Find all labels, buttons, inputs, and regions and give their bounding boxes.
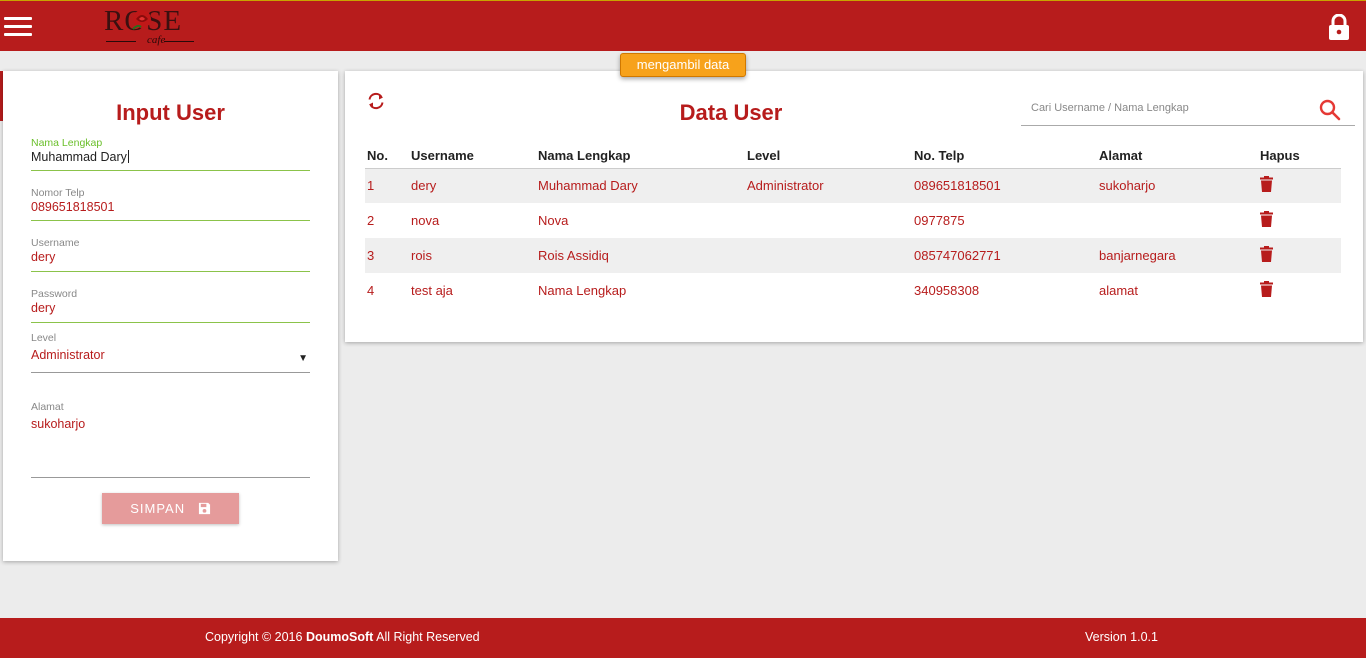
logo-divider-left [106,41,136,42]
level-label: Level [31,332,57,344]
cell-telp: 0977875 [914,213,965,228]
col-no-telp: No. Telp [914,140,1099,169]
copyright-prefix: Copyright © 2016 [205,630,303,644]
search-icon[interactable] [1319,99,1341,121]
alamat-label: Alamat [31,401,64,413]
table-row[interactable]: 3 rois Rois Assidiq 085747062771 banjarn… [365,238,1341,273]
level-selected-value: Administrator [31,348,105,362]
col-alamat: Alamat [1099,140,1260,169]
delete-icon[interactable] [1260,211,1273,230]
top-app-bar: ROSE cafe [0,0,1366,51]
cell-username: rois [411,238,538,273]
cell-telp: 340958308 [914,283,980,298]
cell-nama: Nama Lengkap [538,283,627,298]
users-table: No. Username Nama Lengkap Level No. Telp… [365,140,1341,308]
cell-level: Administrator [747,168,914,203]
username-field[interactable]: Username dery [31,237,310,272]
search-bar [1021,95,1355,126]
cell-telp: 085747062771 [914,238,1099,273]
alamat-value[interactable]: sukoharjo [31,417,310,431]
simpan-label: SIMPAN [130,501,186,516]
cell-nama: Muhammad Dary [538,168,747,203]
cell-username: dery [411,168,538,203]
table-row[interactable]: 1 dery Muhammad Dary Administrator 08965… [365,168,1341,203]
cell-alamat [1099,203,1260,238]
loading-toast: mengambil data [620,53,746,77]
cell-alamat: banjarnegara [1099,238,1260,273]
copyright-text: Copyright © 2016 DoumoSoft All Right Res… [205,630,480,644]
cell-no: 1 [365,168,411,203]
nomor-telp-field[interactable]: Nomor Telp 089651818501 [31,187,310,221]
save-icon [198,502,210,515]
footer: Copyright © 2016 DoumoSoft All Right Res… [0,618,1366,658]
cell-alamat: sukoharjo [1099,168,1260,203]
nama-lengkap-input[interactable]: Muhammad Dary [31,150,310,164]
nama-lengkap-value: Muhammad Dary [31,150,127,164]
cell-level [747,273,914,308]
nomor-telp-label: Nomor Telp [31,187,85,199]
col-username: Username [411,140,538,169]
password-value[interactable]: dery [31,301,310,315]
copyright-suffix: All Right Reserved [376,630,480,644]
lock-icon[interactable] [1328,14,1350,40]
username-value[interactable]: dery [31,250,310,264]
cell-no: 4 [367,283,375,298]
cell-alamat: alamat [1099,283,1139,298]
col-level: Level [747,140,914,169]
cell-hapus [1260,168,1341,203]
cell-hapus [1260,273,1341,308]
version-text: Version 1.0.1 [1085,630,1158,644]
table-row[interactable]: 2 nova Nova 0977875 [365,203,1341,238]
input-user-card: Input User Nama Lengkap Muhammad Dary No… [3,71,338,561]
username-label: Username [31,237,80,249]
input-user-title: Input User [116,100,225,125]
search-input[interactable] [1031,102,1301,114]
cell-hapus [1260,238,1341,273]
nama-lengkap-field[interactable]: Nama Lengkap Muhammad Dary [31,137,310,171]
cell-telp: 089651818501 [914,168,1099,203]
col-no: No. [365,140,411,169]
delete-icon[interactable] [1260,246,1273,265]
logo-divider-right [164,41,194,42]
password-label: Password [31,288,78,300]
password-field[interactable]: Password dery [31,288,310,323]
data-user-title: Data User [679,100,783,125]
data-user-card: Data User No. Username Nama Lengkap Leve… [345,71,1363,342]
col-nama-lengkap: Nama Lengkap [538,140,747,169]
cell-level [747,238,914,273]
nomor-telp-value[interactable]: 089651818501 [31,200,310,214]
cell-hapus [1260,203,1341,238]
cell-nama: Nova [538,213,569,228]
text-cursor [127,150,129,163]
cell-level [747,203,914,238]
hamburger-menu-icon[interactable] [4,17,32,37]
logo-subtext: cafe [147,34,166,46]
col-hapus: Hapus [1260,140,1341,169]
cell-username: nova [411,213,440,228]
rose-flower-icon [132,10,151,30]
cell-no: 3 [365,238,411,273]
company-name: DoumoSoft [305,630,374,644]
simpan-button[interactable]: SIMPAN [102,493,239,524]
dropdown-arrow-icon[interactable]: ▼ [298,353,308,364]
cell-username: test aja [411,283,453,298]
rose-cafe-logo: ROSE cafe [104,5,196,47]
table-row[interactable]: 4 test aja Nama Lengkap 340958308 alamat [365,273,1341,308]
level-select[interactable]: Level Administrator ▼ [31,332,310,373]
cell-no: 2 [367,213,375,228]
delete-icon[interactable] [1260,176,1273,195]
alamat-field[interactable]: Alamat sukoharjo [31,401,310,478]
cell-nama: Rois Assidiq [538,238,747,273]
delete-icon[interactable] [1260,281,1273,300]
table-header-row: No. Username Nama Lengkap Level No. Telp… [365,140,1341,169]
nama-lengkap-label: Nama Lengkap [31,137,103,149]
